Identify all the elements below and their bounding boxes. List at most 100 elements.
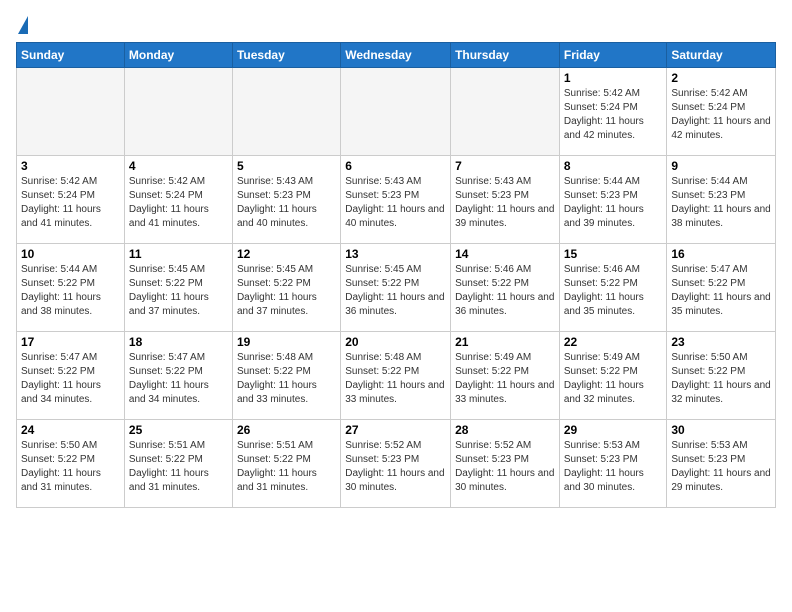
day-info: Sunrise: 5:44 AMSunset: 5:22 PMDaylight:… xyxy=(21,263,120,319)
day-number: 29 xyxy=(564,423,663,437)
calendar-cell: 27 Sunrise: 5:52 AMSunset: 5:23 PMDayligh… xyxy=(341,420,451,508)
day-info: Sunrise: 5:46 AMSunset: 5:22 PMDaylight:… xyxy=(455,263,555,319)
day-number: 12 xyxy=(237,247,336,261)
calendar-cell: 6Sunrise: 5:43 AMSunset: 5:23 PMDaylight… xyxy=(341,156,451,244)
day-info: Sunrise: 5:45 AMSunset: 5:22 PMDaylight:… xyxy=(345,263,446,319)
day-number: 13 xyxy=(345,247,446,261)
day-number: 3 xyxy=(21,159,120,173)
calendar-cell: 26 Sunrise: 5:51 AMSunset: 5:22 PMDayligh… xyxy=(232,420,340,508)
day-number: 21 xyxy=(455,335,555,349)
day-number: 17 xyxy=(21,335,120,349)
day-info: Sunrise: 5:43 AMSunset: 5:23 PMDaylight:… xyxy=(455,175,555,231)
day-info: Sunrise: 5:53 AMSunset: 5:23 PMDaylight:… xyxy=(671,439,771,495)
calendar-cell: 21Sunrise: 5:49 AMSunset: 5:22 PMDayligh… xyxy=(451,332,560,420)
day-number: 8 xyxy=(564,159,663,173)
calendar-cell: 29 Sunrise: 5:53 AMSunset: 5:23 PMDayligh… xyxy=(559,420,667,508)
day-info: Sunrise: 5:48 AMSunset: 5:22 PMDaylight:… xyxy=(345,351,446,407)
day-number: 18 xyxy=(129,335,228,349)
calendar-cell xyxy=(17,68,125,156)
day-number: 10 xyxy=(21,247,120,261)
calendar-cell: 18 Sunrise: 5:47 AMSunset: 5:22 PMDayligh… xyxy=(124,332,232,420)
day-info: Sunrise: 5:42 AMSunset: 5:24 PMDaylight:… xyxy=(21,175,120,231)
day-number: 11 xyxy=(129,247,228,261)
day-number: 20 xyxy=(345,335,446,349)
calendar-week-row: 3 Sunrise: 5:42 AMSunset: 5:24 PMDaylight… xyxy=(17,156,776,244)
calendar-cell: 24 Sunrise: 5:50 AMSunset: 5:22 PMDayligh… xyxy=(17,420,125,508)
logo xyxy=(16,16,28,34)
day-info: Sunrise: 5:47 AMSunset: 5:22 PMDaylight:… xyxy=(21,351,120,407)
day-info: Sunrise: 5:53 AMSunset: 5:23 PMDaylight:… xyxy=(564,439,663,495)
calendar-cell: 5 Sunrise: 5:43 AMSunset: 5:23 PMDaylight… xyxy=(232,156,340,244)
calendar-week-row: 1 Sunrise: 5:42 AMSunset: 5:24 PMDaylight… xyxy=(17,68,776,156)
weekday-header-wednesday: Wednesday xyxy=(341,43,451,68)
day-info: Sunrise: 5:42 AMSunset: 5:24 PMDaylight:… xyxy=(564,87,663,143)
day-info: Sunrise: 5:45 AMSunset: 5:22 PMDaylight:… xyxy=(237,263,336,319)
day-info: Sunrise: 5:42 AMSunset: 5:24 PMDaylight:… xyxy=(671,87,771,143)
day-number: 2 xyxy=(671,71,771,85)
day-info: Sunrise: 5:52 AMSunset: 5:23 PMDaylight:… xyxy=(345,439,446,495)
calendar-cell: 17 Sunrise: 5:47 AMSunset: 5:22 PMDayligh… xyxy=(17,332,125,420)
calendar-week-row: 10 Sunrise: 5:44 AMSunset: 5:22 PMDayligh… xyxy=(17,244,776,332)
weekday-header-tuesday: Tuesday xyxy=(232,43,340,68)
calendar-week-row: 17 Sunrise: 5:47 AMSunset: 5:22 PMDayligh… xyxy=(17,332,776,420)
day-number: 25 xyxy=(129,423,228,437)
day-number: 26 xyxy=(237,423,336,437)
calendar-cell xyxy=(124,68,232,156)
weekday-header-thursday: Thursday xyxy=(451,43,560,68)
weekday-header-monday: Monday xyxy=(124,43,232,68)
calendar-cell xyxy=(232,68,340,156)
day-info: Sunrise: 5:44 AMSunset: 5:23 PMDaylight:… xyxy=(671,175,771,231)
calendar-header-row: SundayMondayTuesdayWednesdayThursdayFrid… xyxy=(17,43,776,68)
day-info: Sunrise: 5:42 AMSunset: 5:24 PMDaylight:… xyxy=(129,175,228,231)
calendar-cell: 28 Sunrise: 5:52 AMSunset: 5:23 PMDayligh… xyxy=(451,420,560,508)
day-info: Sunrise: 5:43 AMSunset: 5:23 PMDaylight:… xyxy=(237,175,336,231)
calendar-cell: 13 Sunrise: 5:45 AMSunset: 5:22 PMDayligh… xyxy=(341,244,451,332)
day-info: Sunrise: 5:43 AMSunset: 5:23 PMDaylight:… xyxy=(345,175,446,231)
day-info: Sunrise: 5:51 AMSunset: 5:22 PMDaylight:… xyxy=(237,439,336,495)
day-info: Sunrise: 5:44 AMSunset: 5:23 PMDaylight:… xyxy=(564,175,663,231)
day-number: 19 xyxy=(237,335,336,349)
calendar-cell: 22Sunrise: 5:49 AMSunset: 5:22 PMDayligh… xyxy=(559,332,667,420)
calendar-week-row: 24 Sunrise: 5:50 AMSunset: 5:22 PMDayligh… xyxy=(17,420,776,508)
day-info: Sunrise: 5:48 AMSunset: 5:22 PMDaylight:… xyxy=(237,351,336,407)
day-number: 1 xyxy=(564,71,663,85)
calendar-cell: 3 Sunrise: 5:42 AMSunset: 5:24 PMDaylight… xyxy=(17,156,125,244)
weekday-header-friday: Friday xyxy=(559,43,667,68)
weekday-header-sunday: Sunday xyxy=(17,43,125,68)
calendar-cell xyxy=(451,68,560,156)
day-number: 30 xyxy=(671,423,771,437)
day-number: 16 xyxy=(671,247,771,261)
calendar-cell: 4Sunrise: 5:42 AMSunset: 5:24 PMDaylight… xyxy=(124,156,232,244)
calendar-cell: 20 Sunrise: 5:48 AMSunset: 5:22 PMDayligh… xyxy=(341,332,451,420)
weekday-header-saturday: Saturday xyxy=(667,43,776,68)
calendar-cell: 11 Sunrise: 5:45 AMSunset: 5:22 PMDayligh… xyxy=(124,244,232,332)
day-number: 24 xyxy=(21,423,120,437)
calendar-cell: 8 Sunrise: 5:44 AMSunset: 5:23 PMDaylight… xyxy=(559,156,667,244)
day-info: Sunrise: 5:50 AMSunset: 5:22 PMDaylight:… xyxy=(21,439,120,495)
calendar-cell: 1 Sunrise: 5:42 AMSunset: 5:24 PMDaylight… xyxy=(559,68,667,156)
calendar-cell: 14 Sunrise: 5:46 AMSunset: 5:22 PMDayligh… xyxy=(451,244,560,332)
calendar-cell: 15 Sunrise: 5:46 AMSunset: 5:22 PMDayligh… xyxy=(559,244,667,332)
day-info: Sunrise: 5:46 AMSunset: 5:22 PMDaylight:… xyxy=(564,263,663,319)
day-info: Sunrise: 5:47 AMSunset: 5:22 PMDaylight:… xyxy=(129,351,228,407)
day-number: 28 xyxy=(455,423,555,437)
calendar-cell: 2 Sunrise: 5:42 AMSunset: 5:24 PMDaylight… xyxy=(667,68,776,156)
calendar-cell: 30 Sunrise: 5:53 AMSunset: 5:23 PMDayligh… xyxy=(667,420,776,508)
day-info: Sunrise: 5:52 AMSunset: 5:23 PMDaylight:… xyxy=(455,439,555,495)
day-info: Sunrise: 5:50 AMSunset: 5:22 PMDaylight:… xyxy=(671,351,771,407)
day-number: 27 xyxy=(345,423,446,437)
calendar-cell: 19 Sunrise: 5:48 AMSunset: 5:22 PMDayligh… xyxy=(232,332,340,420)
day-info: Sunrise: 5:45 AMSunset: 5:22 PMDaylight:… xyxy=(129,263,228,319)
calendar-cell: 23Sunrise: 5:50 AMSunset: 5:22 PMDayligh… xyxy=(667,332,776,420)
calendar-cell: 12 Sunrise: 5:45 AMSunset: 5:22 PMDayligh… xyxy=(232,244,340,332)
day-info: Sunrise: 5:47 AMSunset: 5:22 PMDaylight:… xyxy=(671,263,771,319)
calendar-cell: 25 Sunrise: 5:51 AMSunset: 5:22 PMDayligh… xyxy=(124,420,232,508)
day-number: 14 xyxy=(455,247,555,261)
calendar-cell: 9Sunrise: 5:44 AMSunset: 5:23 PMDaylight… xyxy=(667,156,776,244)
day-number: 5 xyxy=(237,159,336,173)
calendar-table: SundayMondayTuesdayWednesdayThursdayFrid… xyxy=(16,42,776,508)
logo-triangle-icon xyxy=(18,16,28,34)
calendar-cell: 10 Sunrise: 5:44 AMSunset: 5:22 PMDayligh… xyxy=(17,244,125,332)
day-info: Sunrise: 5:51 AMSunset: 5:22 PMDaylight:… xyxy=(129,439,228,495)
day-number: 15 xyxy=(564,247,663,261)
